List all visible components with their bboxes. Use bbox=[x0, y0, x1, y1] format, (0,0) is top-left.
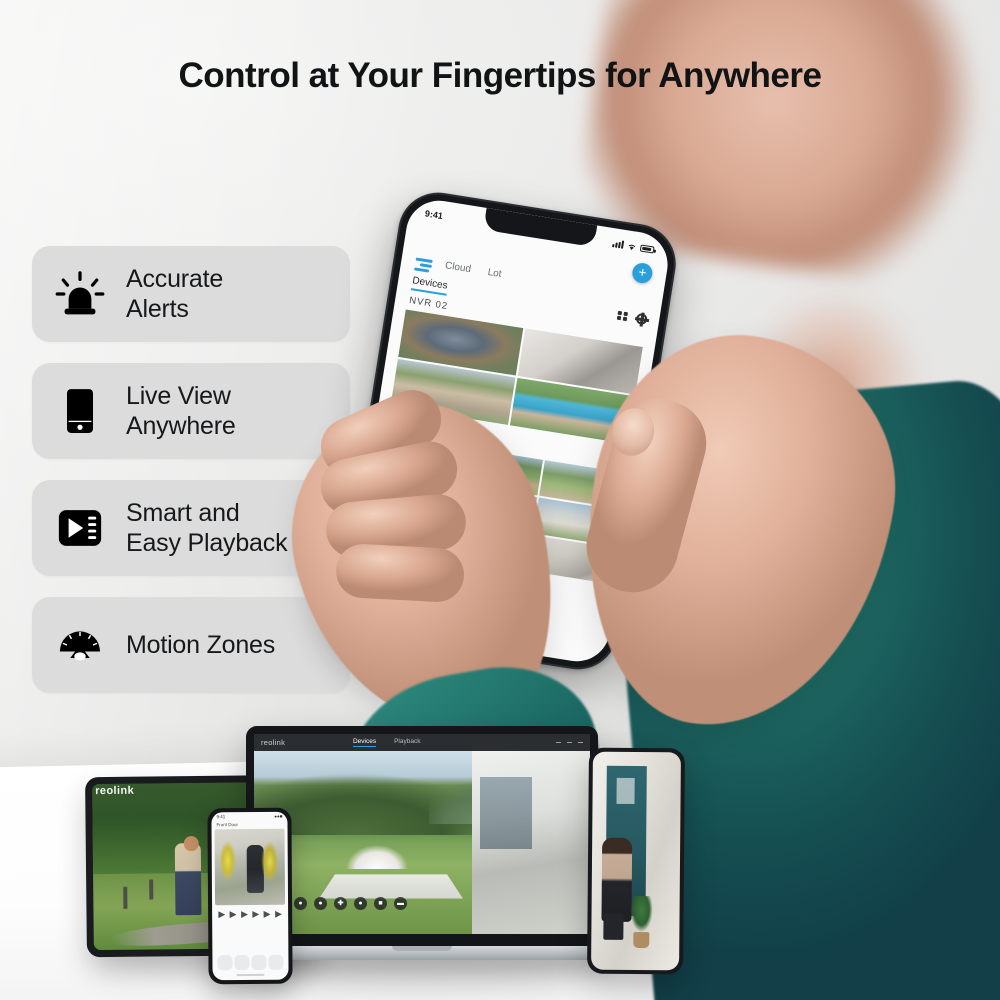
snapshot-icon[interactable] bbox=[264, 911, 271, 918]
tab-lot[interactable]: Lot bbox=[487, 267, 502, 280]
add-device-button[interactable]: + bbox=[630, 261, 654, 285]
mic-icon[interactable]: ● bbox=[294, 897, 307, 910]
feed-person bbox=[174, 842, 202, 916]
toolbar-icons bbox=[617, 310, 648, 326]
home-indicator bbox=[236, 973, 265, 977]
small-phone-bottom-nav bbox=[217, 954, 284, 971]
feed-door-window bbox=[616, 777, 635, 804]
video-playback-icon bbox=[52, 500, 108, 556]
laptop-menu: Devices Playback bbox=[352, 738, 420, 747]
laptop-app-titlebar: reolink Devices Playback bbox=[254, 734, 590, 751]
play-icon[interactable] bbox=[218, 911, 225, 918]
flashlight-icon[interactable]: ● bbox=[314, 897, 327, 910]
small-phone-device: 9:41 ●●■ Front Door bbox=[207, 807, 293, 985]
feature-label: Motion Zones bbox=[126, 630, 276, 659]
siren-alert-icon bbox=[52, 266, 108, 322]
zoom-icon[interactable]: ● bbox=[354, 897, 367, 910]
smartphone-icon bbox=[52, 383, 108, 439]
feature-label: Live View Anywhere bbox=[126, 381, 236, 441]
small-phone-status-icons: ●●■ bbox=[274, 813, 283, 819]
small-phone-camera-feed[interactable] bbox=[214, 828, 286, 906]
feed-plant-pot bbox=[633, 931, 650, 949]
laptop-menu-devices[interactable]: Devices bbox=[352, 738, 377, 747]
cloud-tab[interactable] bbox=[251, 954, 267, 970]
laptop-brand-logo: reolink bbox=[261, 738, 286, 747]
doorway-phone-device bbox=[587, 747, 685, 975]
minimize-icon[interactable] bbox=[556, 741, 561, 744]
settings-tab[interactable] bbox=[268, 954, 284, 970]
laptop-camera-feed[interactable]: ● ● ✚ ● ■ ▬ bbox=[254, 751, 590, 934]
playback-tab[interactable] bbox=[234, 955, 250, 971]
feature-label: Accurate Alerts bbox=[126, 264, 224, 324]
tablet-brand-logo: reolink bbox=[95, 784, 135, 798]
feed-umbrella bbox=[346, 845, 408, 869]
page-title: Control at Your Fingertips for Anywhere bbox=[178, 56, 822, 95]
mic-icon[interactable] bbox=[252, 911, 259, 918]
laptop-trackpad-notch bbox=[392, 946, 452, 951]
fullscreen-icon[interactable] bbox=[275, 911, 282, 918]
feature-card-list: Accurate Alerts Live View Anywhere Smart… bbox=[32, 246, 350, 714]
window-controls bbox=[556, 741, 583, 744]
hero-banner: Control at Your Fingertips for Anywhere … bbox=[0, 0, 1000, 1000]
feed-bag bbox=[603, 913, 624, 940]
signal-bars-icon bbox=[612, 239, 625, 249]
maximize-icon[interactable] bbox=[567, 741, 572, 744]
wifi-icon bbox=[628, 244, 636, 250]
doorway-phone-screen[interactable] bbox=[591, 751, 681, 971]
feed-person-head bbox=[183, 836, 199, 852]
tab-cloud[interactable]: Cloud bbox=[444, 260, 472, 275]
status-time: 9:41 bbox=[424, 208, 444, 222]
feature-card-accurate-alerts[interactable]: Accurate Alerts bbox=[32, 246, 350, 342]
laptop-screen[interactable]: reolink Devices Playback ● ● ✚ ● ■ ▬ bbox=[254, 734, 590, 934]
motion-zone-gauge-icon bbox=[52, 617, 108, 673]
small-phone-time: 9:41 bbox=[216, 814, 226, 820]
laptop-device: reolink Devices Playback ● ● ✚ ● ■ ▬ bbox=[232, 726, 612, 982]
feed-person bbox=[246, 844, 264, 894]
rewind-icon[interactable] bbox=[230, 911, 237, 918]
laptop-menu-playback[interactable]: Playback bbox=[394, 738, 420, 747]
devices-tab[interactable] bbox=[217, 955, 233, 971]
laptop-feed-controls: ● ● ✚ ● ■ ▬ bbox=[294, 897, 407, 910]
feed-house bbox=[472, 751, 590, 934]
small-phone-screen[interactable]: 9:41 ●●■ Front Door bbox=[211, 811, 289, 981]
feature-card-live-view[interactable]: Live View Anywhere bbox=[32, 363, 350, 459]
grid-view-icon[interactable] bbox=[617, 310, 629, 322]
battery-icon bbox=[639, 243, 655, 254]
tab-devices[interactable]: Devices bbox=[410, 275, 449, 296]
laptop-lid: reolink Devices Playback ● ● ✚ ● ■ ▬ bbox=[246, 726, 598, 948]
hamburger-menu-icon[interactable] bbox=[414, 257, 433, 274]
small-phone-playback-controls bbox=[212, 905, 288, 925]
close-icon[interactable] bbox=[578, 741, 583, 744]
ptz-icon[interactable]: ✚ bbox=[334, 897, 347, 910]
snapshot-icon[interactable]: ■ bbox=[374, 897, 387, 910]
feed-pool-deck bbox=[319, 874, 463, 899]
settings-gear-icon[interactable] bbox=[635, 312, 648, 326]
feature-card-motion-zones[interactable]: Motion Zones bbox=[32, 597, 350, 693]
feed-bollard bbox=[123, 886, 128, 909]
feature-label: Smart and Easy Playback bbox=[126, 498, 288, 558]
record-icon[interactable]: ▬ bbox=[394, 897, 407, 910]
speaker-icon[interactable] bbox=[241, 911, 248, 918]
feed-bollard bbox=[149, 879, 154, 900]
status-indicators bbox=[612, 239, 655, 254]
left-finger bbox=[334, 542, 466, 604]
